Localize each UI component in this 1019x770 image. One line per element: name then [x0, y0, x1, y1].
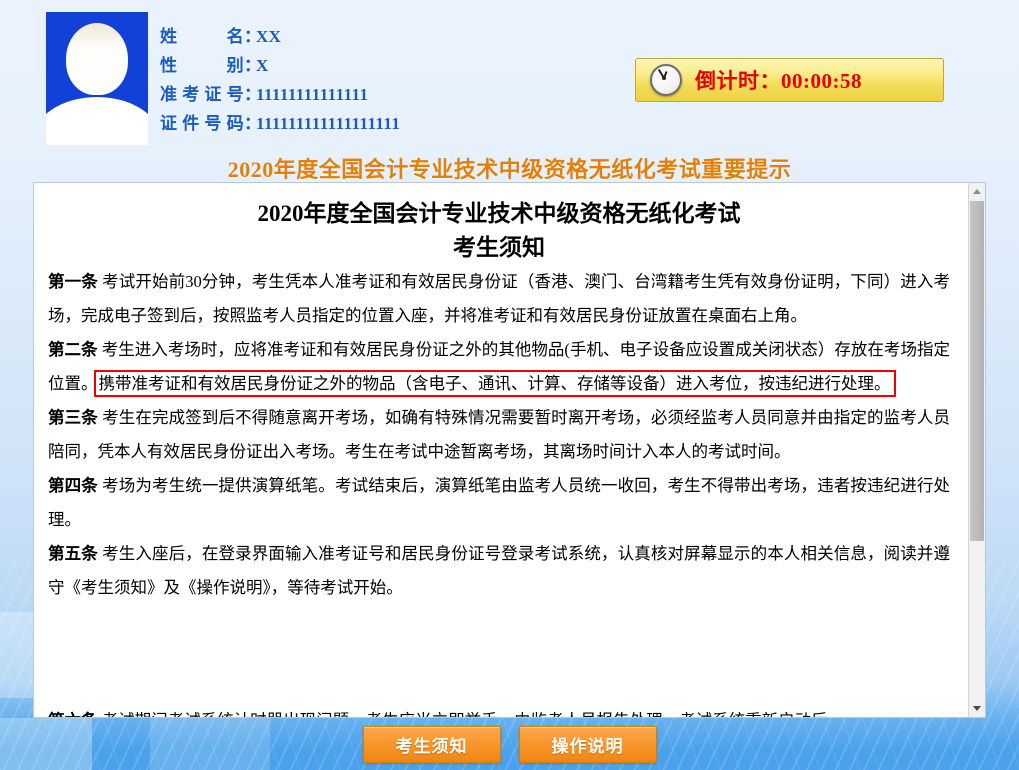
candidate-gender-value: X: [256, 56, 269, 75]
countdown-label: 倒计时：: [695, 69, 781, 93]
article-3-number: 第三条: [48, 408, 98, 427]
article-2: 第二条 考生进入考场时，应将准考证和有效居民身份证之外的其他物品(手机、电子设备…: [48, 333, 950, 401]
candidate-name-colon: ：: [244, 27, 262, 46]
article-1: 第一条 考试开始前30分钟，考生凭本人准考证和有效居民身份证（香港、澳门、台湾籍…: [48, 265, 950, 333]
article-3-text: 考生在完成签到后不得随意离开考场，如确有特殊情况需要暂时离开考场，必须经监考人员…: [48, 408, 951, 461]
candidate-photo: [46, 12, 148, 145]
countdown-timer: 倒计时：00:00:58: [635, 58, 944, 102]
article-3: 第三条 考生在完成签到后不得随意离开考场，如确有特殊情况需要暂时离开考场，必须经…: [48, 401, 950, 469]
notice-document-panel: 2020年度全国会计专业技术中级资格无纸化考试 考生须知 第一条 考试开始前30…: [33, 182, 986, 718]
scrollbar-down-button[interactable]: [969, 700, 985, 717]
countdown-text: 倒计时：00:00:58: [695, 65, 862, 95]
clock-icon: [650, 64, 682, 96]
candidate-exam-number-colon: ：: [244, 85, 262, 104]
notice-document-content: 2020年度全国会计专业技术中级资格无纸化考试 考生须知 第一条 考试开始前30…: [34, 183, 968, 717]
chevron-down-icon: [973, 706, 981, 711]
candidate-exam-number-label: 准考证号: [160, 85, 244, 104]
page-title: 2020年度全国会计专业技术中级资格无纸化考试重要提示: [227, 157, 792, 182]
article-1-number: 第一条: [48, 272, 98, 291]
article-4: 第四条 考场为考生统一提供演算纸笔。考试结束后，演算纸笔由监考人员统一收回，考生…: [48, 469, 950, 537]
candidate-header: 姓名：XX 性别：X 准考证号：11111111111111 证件号码：1111…: [0, 0, 1019, 150]
candidate-name-value: XX: [256, 27, 282, 46]
article-5-number: 第五条: [48, 544, 98, 563]
clock-center-pin: [662, 76, 666, 80]
article-2-highlighted-text: 携带准考证和有效居民身份证之外的物品（含电子、通讯、计算、存储等设备）进入考位，…: [93, 370, 896, 397]
countdown-time: 00:00:58: [781, 69, 862, 93]
article-6: 第六条 考试期间考试系统计时器出现问题，考生应当立即举手，由监考人员报告处理。考…: [48, 704, 950, 717]
candidate-id-number-row: 证件号码：111111111111111111: [160, 109, 400, 138]
photo-shoulders-shape: [46, 97, 148, 145]
scrollbar-thumb[interactable]: [970, 201, 984, 541]
article-5: 第五条 考生入座后，在登录界面输入准考证号和居民身份证号登录考试系统，认真核对屏…: [48, 537, 950, 605]
article-6-text: 考试期间考试系统计时器出现问题，考生应当立即举手，由监考人员报告处理。考试系统重…: [102, 711, 845, 717]
candidate-gender-colon: ：: [244, 56, 262, 75]
candidate-exam-number-value: 11111111111111: [256, 85, 369, 104]
article-2-number: 第二条: [48, 340, 98, 359]
operation-manual-button[interactable]: 操作说明: [518, 726, 657, 763]
scrollbar-up-button[interactable]: [969, 183, 985, 200]
document-heading-line1: 2020年度全国会计专业技术中级资格无纸化考试: [257, 201, 741, 226]
candidate-name-label: 姓名: [160, 27, 244, 46]
candidate-id-number-label: 证件号码: [160, 114, 244, 133]
candidate-id-number-value: 111111111111111111: [256, 114, 401, 133]
chevron-up-icon: [973, 189, 981, 194]
footer-button-bar: 考生须知 操作说明: [0, 726, 1019, 763]
article-6-number: 第六条: [48, 711, 98, 717]
candidate-exam-number-row: 准考证号：11111111111111: [160, 80, 400, 109]
candidate-id-number-colon: ：: [244, 114, 262, 133]
candidate-info: 姓名：XX 性别：X 准考证号：11111111111111 证件号码：1111…: [160, 22, 400, 138]
document-heading: 2020年度全国会计专业技术中级资格无纸化考试 考生须知: [48, 197, 950, 265]
article-4-text: 考场为考生统一提供演算纸笔。考试结束后，演算纸笔由监考人员统一收回，考生不得带出…: [48, 476, 951, 529]
photo-head-shape: [66, 23, 128, 95]
article-4-number: 第四条: [48, 476, 98, 495]
candidate-gender-row: 性别：X: [160, 51, 400, 80]
candidate-notice-button[interactable]: 考生须知: [362, 726, 501, 763]
candidate-gender-label: 性别: [160, 56, 244, 75]
document-scrollbar[interactable]: [968, 183, 985, 717]
article-5-text: 考生入座后，在登录界面输入准考证号和居民身份证号登录考试系统，认真核对屏幕显示的…: [48, 544, 951, 597]
document-heading-line2: 考生须知: [453, 235, 545, 260]
article-1-text: 考试开始前30分钟，考生凭本人准考证和有效居民身份证（香港、澳门、台湾籍考生凭有…: [48, 272, 951, 325]
candidate-name-row: 姓名：XX: [160, 22, 400, 51]
